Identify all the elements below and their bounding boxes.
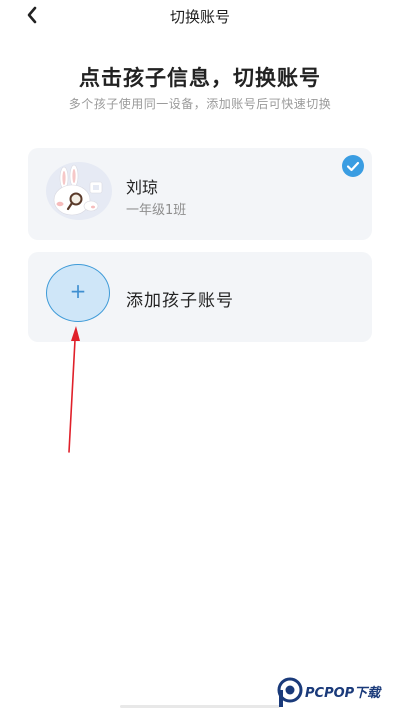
pcpop-logo-icon [277, 677, 303, 707]
child-name: 刘琼 [126, 178, 159, 197]
header-bar: 切换账号 [0, 0, 400, 32]
add-child-label: 添加孩子账号 [126, 291, 234, 311]
add-child-account-card[interactable]: + 添加孩子账号 [28, 252, 372, 342]
instruction-headline: 点击孩子信息，切换账号 [79, 66, 321, 90]
page-title: 切换账号 [169, 8, 230, 26]
watermark-text: PCPOP下载 [305, 686, 381, 701]
plus-icon: + [69, 279, 87, 303]
add-child-button[interactable]: + [46, 264, 110, 322]
child-account-card[interactable]: 刘琼 一年级1班 [28, 148, 372, 240]
child-class: 一年级1班 [126, 203, 187, 218]
child-avatar [46, 162, 112, 220]
rabbit-avatar-icon [53, 164, 103, 216]
check-icon [346, 161, 360, 172]
home-indicator [120, 705, 280, 708]
instruction-subline: 多个孩子使用同一设备，添加账号后可快速切换 [68, 97, 332, 111]
watermark: PCPOP下载 [276, 677, 400, 709]
selected-check-badge [342, 155, 364, 177]
